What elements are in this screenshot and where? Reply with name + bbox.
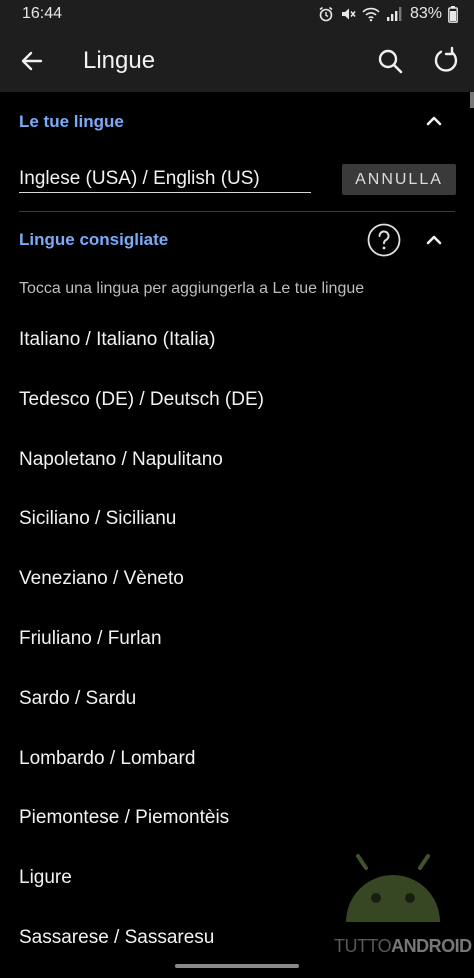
watermark-part2: ANDROID xyxy=(391,936,472,956)
watermark-text: TUTTOANDROID xyxy=(334,936,472,957)
suggested-language-list: Italiano / Italiano (Italia) Tedesco (DE… xyxy=(19,320,264,978)
language-item[interactable]: Veneziano / Vèneto xyxy=(19,559,264,619)
status-bar: 16:44 83% xyxy=(0,0,474,30)
your-languages-title: Le tue lingue xyxy=(19,112,124,131)
refresh-icon xyxy=(434,46,458,72)
language-item[interactable]: Tedesco (DE) / Deutsch (DE) xyxy=(19,380,264,440)
battery-percentage: 83% xyxy=(409,5,442,22)
status-icons: 83% xyxy=(318,5,458,23)
signal-icon xyxy=(386,7,402,21)
help-icon xyxy=(367,223,401,257)
chevron-up-icon xyxy=(426,235,442,245)
language-item[interactable]: Sardo / Sardu xyxy=(19,679,264,739)
language-item[interactable]: Napoletano / Napulitano xyxy=(19,440,264,500)
app-bar: Lingue xyxy=(0,30,474,92)
help-button[interactable] xyxy=(367,223,401,257)
language-item[interactable]: Italiano / Italiano (Italia) xyxy=(19,320,264,380)
mute-icon xyxy=(341,8,356,20)
suggested-languages-title: Lingue consigliate xyxy=(19,230,169,249)
status-time: 16:44 xyxy=(22,5,63,22)
language-item[interactable]: Piemontese / Piemontèis xyxy=(19,798,264,858)
suggested-hint: Tocca una lingua per aggiungerla a Le tu… xyxy=(19,280,365,297)
home-indicator[interactable] xyxy=(175,964,299,968)
language-item[interactable]: Sassarese / Sassaresu xyxy=(19,918,264,978)
page-title: Lingue xyxy=(83,47,156,74)
current-language-field[interactable]: Inglese (USA) / English (US) xyxy=(19,168,311,193)
language-item[interactable]: Friuliano / Furlan xyxy=(19,619,264,679)
collapse-suggested-button[interactable] xyxy=(422,228,446,252)
cancel-button[interactable]: ANNULLA xyxy=(342,164,456,195)
search-icon xyxy=(378,49,403,74)
alarm-icon xyxy=(319,6,333,22)
scrollbar-thumb[interactable] xyxy=(470,92,474,108)
language-item[interactable]: Ligure xyxy=(19,858,264,918)
chevron-up-icon xyxy=(426,116,442,126)
refresh-button[interactable] xyxy=(430,45,462,77)
section-divider xyxy=(19,211,455,212)
wifi-icon xyxy=(362,7,380,22)
language-item[interactable]: Lombardo / Lombard xyxy=(19,739,264,799)
language-item[interactable]: Siciliano / Sicilianu xyxy=(19,499,264,559)
collapse-your-languages-button[interactable] xyxy=(422,109,446,133)
back-arrow-icon xyxy=(21,51,43,71)
search-button[interactable] xyxy=(374,45,406,77)
android-robot-icon xyxy=(346,854,440,922)
current-language-value: Inglese (USA) / English (US) xyxy=(19,168,260,189)
back-button[interactable] xyxy=(16,45,48,77)
watermark-part1: TUTTO xyxy=(334,936,392,956)
battery-icon xyxy=(448,5,458,23)
watermark: TUTTOANDROID xyxy=(334,852,474,957)
